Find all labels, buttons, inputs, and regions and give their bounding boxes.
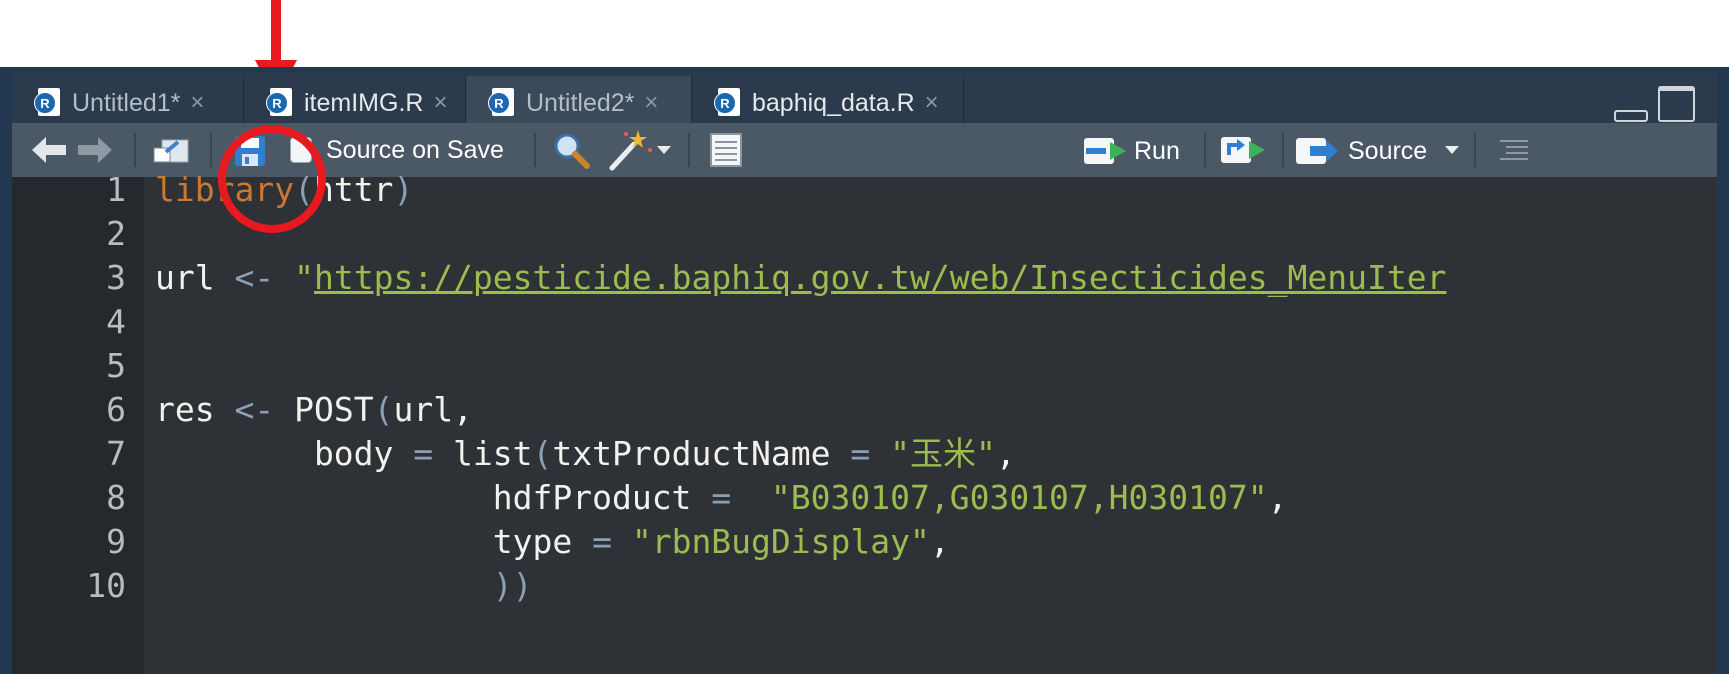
code-line-6: res <- POST(url, [155, 390, 473, 429]
annotation-arrow-shaft [271, 0, 281, 64]
line-number: 10 [86, 566, 126, 605]
source-icon [1296, 138, 1338, 164]
maximize-pane-icon[interactable] [1658, 86, 1695, 122]
back-arrow-icon[interactable] [32, 135, 66, 165]
search-icon[interactable] [552, 131, 590, 169]
tab-label: baphiq_data.R [752, 88, 915, 117]
chevron-down-icon[interactable] [1444, 143, 1460, 157]
run-button[interactable]: Run [1084, 133, 1188, 169]
line-number: 4 [106, 302, 126, 341]
url-link: https://pesticide.baphiq.gov.tw/web/Inse… [313, 258, 1447, 297]
tab-label: itemIMG.R [304, 88, 424, 117]
line-number: 6 [106, 390, 126, 429]
document-outline-icon[interactable] [1498, 135, 1530, 165]
source-label: Source [1348, 136, 1428, 165]
close-icon[interactable]: × [190, 89, 204, 117]
toolbar-separator [1282, 133, 1284, 167]
code-line-7: body = list(txtProductName = "玉米", [155, 434, 1016, 473]
close-icon[interactable]: × [433, 89, 447, 117]
code-line-10: )) [492, 566, 533, 605]
source-button[interactable]: Source [1296, 133, 1428, 169]
line-number: 8 [106, 478, 126, 517]
r-script-icon: R [34, 88, 60, 118]
code-line-8: hdfProduct = "B030107,G030107,H030107", [155, 478, 1288, 517]
editor-tabbar: R Untitled1* × R itemIMG.R × R Untitled2… [12, 72, 1717, 130]
line-number: 2 [106, 214, 126, 253]
line-number: 9 [106, 522, 126, 561]
line-number: 5 [106, 346, 126, 385]
tab-baphiq-data[interactable]: R baphiq_data.R × [692, 76, 964, 130]
compile-report-icon[interactable] [708, 131, 744, 169]
r-script-icon: R [714, 88, 740, 118]
toolbar-separator [210, 133, 212, 167]
run-icon [1084, 138, 1126, 164]
annotation-highlight-circle [218, 125, 326, 233]
code-tools-wand-icon[interactable] [606, 127, 656, 173]
r-script-icon: R [266, 88, 292, 118]
forward-arrow-icon[interactable] [78, 135, 112, 165]
show-in-new-window-icon[interactable] [152, 133, 190, 167]
close-icon[interactable]: × [925, 89, 939, 117]
source-on-save-label[interactable]: Source on Save [326, 136, 504, 165]
r-script-icon: R [488, 88, 514, 118]
tab-label: Untitled2* [526, 88, 635, 117]
tab-untitled2[interactable]: R Untitled2* × [466, 76, 692, 130]
tab-untitled1[interactable]: R Untitled1* × [12, 76, 244, 130]
toolbar-separator [688, 133, 690, 167]
toolbar-separator [534, 133, 536, 167]
line-number-gutter: 1 2 3 4 5 6 7 8 9 10 [12, 170, 144, 674]
rerun-icon[interactable] [1220, 133, 1266, 167]
line-number: 7 [106, 434, 126, 473]
toolbar-separator [134, 133, 136, 167]
toolbar-separator [1474, 133, 1476, 167]
code-editor[interactable]: 1 2 3 4 5 6 7 8 9 10 library(httr) url <… [12, 170, 1717, 674]
chevron-down-icon[interactable] [656, 143, 672, 157]
code-line-9: type = "rbnBugDisplay", [155, 522, 950, 561]
toolbar-separator [1204, 133, 1206, 167]
close-icon[interactable]: × [644, 89, 658, 117]
line-number: 1 [106, 170, 126, 209]
line-number: 3 [106, 258, 126, 297]
minimize-pane-icon[interactable] [1614, 110, 1648, 122]
run-label: Run [1134, 136, 1180, 165]
tab-itemimg[interactable]: R itemIMG.R × [244, 76, 466, 130]
tab-label: Untitled1* [72, 88, 181, 117]
code-line-3: url <- "https://pesticide.baphiq.gov.tw/… [155, 258, 1447, 297]
